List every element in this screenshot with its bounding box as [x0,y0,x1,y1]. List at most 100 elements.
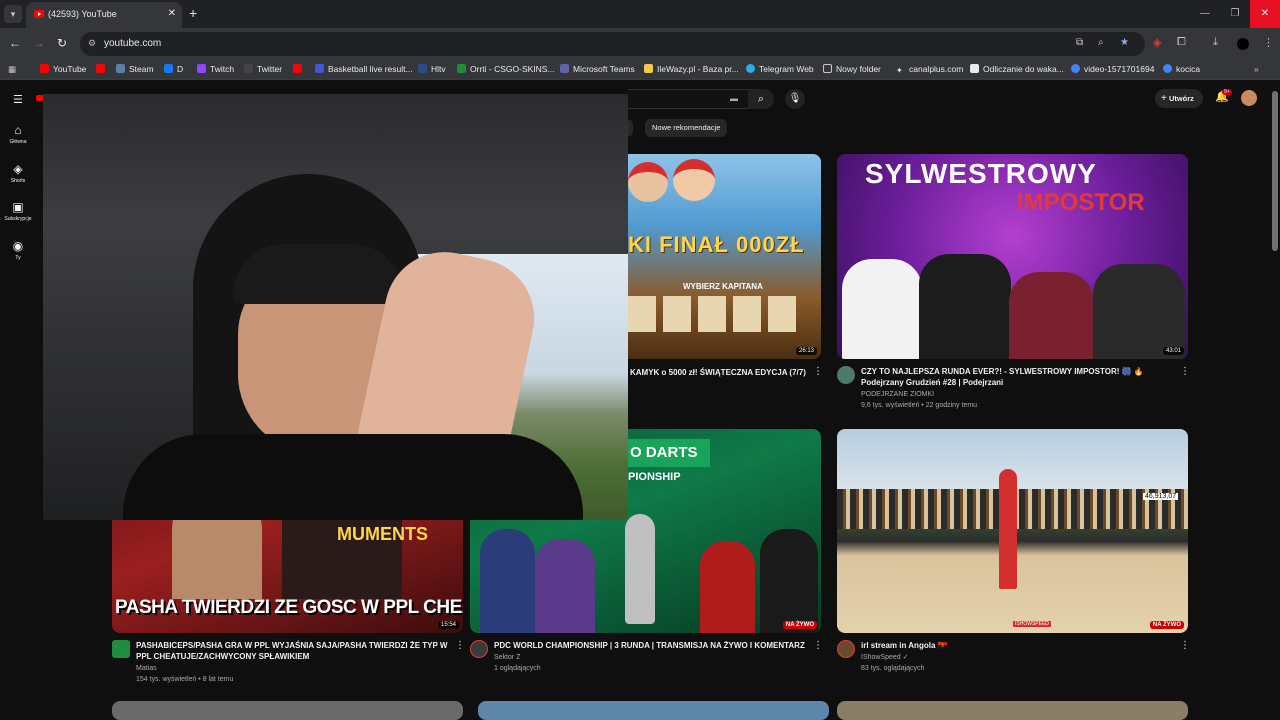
thumbnail-subtext: PIONSHIP [628,471,681,483]
thumbnail-text: KI FINAŁ 000ZŁ [628,232,805,257]
address-bar[interactable]: ⚙ youtube.com ⧉ ⌕ ★ [80,32,1145,56]
forward-icon[interactable]: → [33,36,45,50]
thumbnail-subtext: ISHOWSPEED [1013,621,1051,627]
bookmark-item[interactable]: Twitter [244,64,282,74]
thumbnail-text: O DARTS [630,444,698,461]
tab-close-icon[interactable]: ✕ [168,8,176,19]
channel-name[interactable]: Sektor Z [494,653,520,663]
bookmark-item[interactable]: ✦ canalplus.com [896,64,963,75]
create-button[interactable]: + Utwórz [1155,89,1203,108]
window-close-icon[interactable]: ✕ [1250,0,1280,28]
keyboard-icon[interactable]: ▬ [730,94,738,103]
video-duration: 15:54 [437,621,459,629]
channel-avatar[interactable] [470,640,488,658]
bookmark-item[interactable]: Microsoft Teams [560,64,635,74]
search-button[interactable]: ⌕ [748,89,774,109]
video-title[interactable]: PDC WORLD CHAMPIONSHIP | 3 RUNDA | TRANS… [494,640,809,651]
zoom-icon[interactable]: ⌕ [1098,37,1104,48]
video-meta: 154 tys. wyświetleń • 8 lat temu [136,676,234,683]
channel-avatar[interactable] [112,640,130,658]
bookmark-item[interactable]: Telegram Web [746,64,814,74]
bookmark-item[interactable]: Nowy folder [823,64,881,74]
thumbnail-subtext: IMPOSTOR [1017,189,1145,216]
sheet-icon [457,64,466,73]
voice-search-button[interactable]: 🎙 [785,89,805,109]
hamburger-menu-icon[interactable]: ☰ [13,93,23,106]
bookmark-item[interactable]: Orrti - CSGO-SKINS... [457,64,555,74]
bookmark-item[interactable]: Odliczanie do waka... [970,64,1064,74]
video-thumbnail[interactable]: 46,913,07 ISHOWSPEED NA ŻYWO [837,429,1188,633]
video-thumbnail[interactable] [478,701,829,720]
racing-suit [123,434,583,520]
extensions-puzzle-icon[interactable]: ⧠ [1177,36,1186,49]
youtube-icon [96,64,105,73]
channel-avatar[interactable] [837,640,855,658]
video-thumbnail[interactable]: SYLWESTROWY IMPOSTOR 43:01 [837,154,1188,359]
channel-name[interactable]: Matias [136,664,157,674]
rail-subscriptions-label: Subskrypcje [4,216,32,222]
driver-hair [233,244,403,304]
bookmark-item[interactable] [293,64,306,74]
channel-avatar[interactable] [837,366,855,384]
tab-youtube[interactable]: (42593) YouTube ✕ [26,2,182,28]
tab-search-icon[interactable]: ▾ [4,5,22,23]
video-meta: 9,6 tys. wyświetleń • 22 godziny temu [861,402,978,409]
video-more-icon[interactable]: ⋮ [813,640,823,651]
rail-home[interactable]: ⌂ Główna [0,123,36,145]
rail-home-label: Główna [9,139,27,145]
bookmark-item[interactable]: D [164,64,183,74]
new-tab-icon[interactable]: + [189,6,197,20]
video-title[interactable]: KAMYK o 5000 zł! ŚWIĄTECZNA EDYCJA (7/7) [630,367,810,378]
browser-menu-icon[interactable]: ⋮ [1263,36,1274,49]
rail-subscriptions[interactable]: ▣ Subskrypcje [0,200,36,222]
profile-icon[interactable] [1237,38,1249,50]
video-more-icon[interactable]: ⋮ [455,640,465,651]
live-badge: NA ŻYWO [1149,621,1184,629]
bookmarks-overflow-icon[interactable]: » [1254,64,1259,74]
plus-icon: + [1161,93,1167,104]
minimize-icon[interactable]: — [1190,0,1220,28]
search-input[interactable]: ▬ [628,89,748,109]
scrollbar-thumb[interactable] [1272,91,1278,251]
bookmark-star-icon[interactable]: ★ [1120,37,1129,48]
channel-name[interactable]: PODEJRZANE ZIOMKI [861,390,934,400]
reload-icon[interactable]: ↻ [57,36,67,50]
channel-name[interactable]: IShowSpeed ✓ [861,653,909,663]
bookmark-item[interactable] [96,64,109,74]
account-avatar[interactable] [1241,90,1257,106]
bookmark-item[interactable]: YouTube [40,64,86,74]
page-icon [970,64,979,73]
youtube-icon [293,64,302,73]
bookmark-item[interactable]: IleWazy.pl - Baza pr... [644,64,739,74]
thumbnail-counter: 46,913,07 [1143,493,1179,500]
video-title[interactable]: irl stream in Angola 🇦🇴 [861,640,1176,651]
bookmark-item[interactable]: Twitch [197,64,234,74]
video-more-icon[interactable]: ⋮ [1180,366,1190,377]
video-thumbnail[interactable] [112,701,463,720]
bookmark-item[interactable]: video-1571701694 [1071,64,1154,74]
video-more-icon[interactable]: ⋮ [1180,640,1190,651]
search-icon: ⌕ [757,93,765,105]
rail-shorts[interactable]: ◈ Shorts [0,162,36,184]
url-text[interactable]: youtube.com [104,38,161,49]
back-icon[interactable]: ← [9,36,21,50]
rail-you[interactable]: ◉ Ty [0,239,36,261]
video-title[interactable]: CZY TO NAJLEPSZA RUNDA EVER?! - SYLWESTR… [861,366,1176,388]
bookmark-item[interactable]: Basketball live result... [315,64,413,74]
bookmark-item[interactable]: Steam [116,64,154,74]
teams-icon [560,64,569,73]
bookmark-item[interactable]: kocica [1163,64,1200,74]
extension-icon[interactable]: ◈ [1153,36,1161,49]
video-title[interactable]: PASHABICEPS/PASHA GRA W PPL WYJAŚNIA SAJ… [136,640,451,662]
video-thumbnail[interactable] [837,701,1188,720]
maximize-icon[interactable]: ❐ [1220,0,1250,28]
video-more-icon[interactable]: ⋮ [813,366,823,377]
apps-grid-icon[interactable]: ▦ [8,64,16,75]
thumbnail-person [535,539,595,633]
thumbnail-person [1093,264,1185,359]
site-info-icon[interactable]: ⚙ [88,38,100,50]
install-app-icon[interactable]: ⧉ [1076,37,1083,48]
download-icon[interactable]: ⤓ [1213,36,1218,49]
chip-new-recommendations[interactable]: Nowe rekomendacje [645,119,728,137]
bookmark-item[interactable]: Hltv [418,64,446,74]
